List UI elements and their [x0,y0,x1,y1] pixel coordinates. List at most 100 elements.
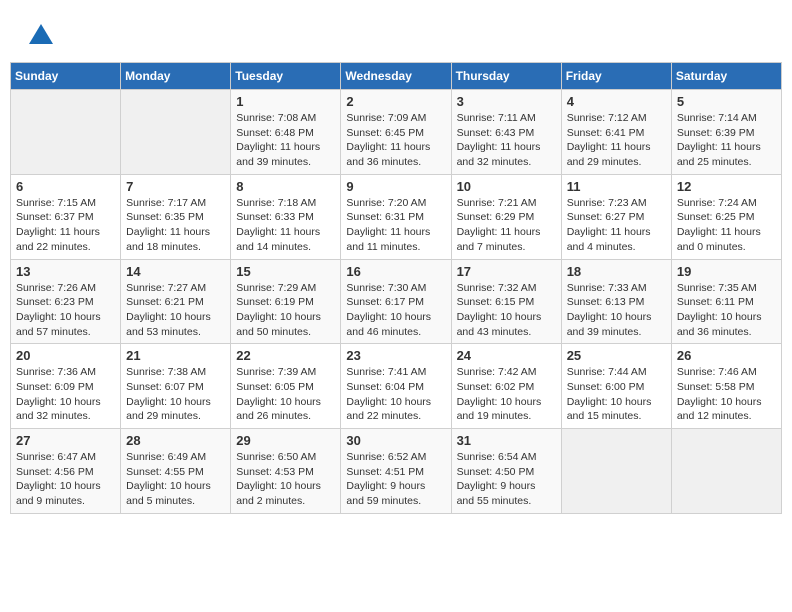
day-number: 9 [346,179,445,194]
calendar-cell: 26 Sunrise: 7:46 AMSunset: 5:58 PMDayligh… [671,344,781,429]
day-number: 18 [567,264,666,279]
day-info: Sunrise: 7:27 AMSunset: 6:21 PMDaylight:… [126,281,225,340]
calendar-cell: 16 Sunrise: 7:30 AMSunset: 6:17 PMDayligh… [341,259,451,344]
calendar-week-row: 1Sunrise: 7:08 AMSunset: 6:48 PMDaylight… [11,90,782,175]
day-info: Sunrise: 7:14 AMSunset: 6:39 PMDaylight:… [677,111,776,170]
day-number: 28 [126,433,225,448]
calendar-cell [671,429,781,514]
calendar-cell: 21Sunrise: 7:38 AMSunset: 6:07 PMDayligh… [121,344,231,429]
day-number: 25 [567,348,666,363]
day-number: 1 [236,94,335,109]
day-info: Sunrise: 7:18 AMSunset: 6:33 PMDaylight:… [236,196,335,255]
day-info: Sunrise: 7:46 AMSunset: 5:58 PMDaylight:… [677,365,776,424]
day-info: Sunrise: 7:12 AMSunset: 6:41 PMDaylight:… [567,111,666,170]
day-info: Sunrise: 7:21 AMSunset: 6:29 PMDaylight:… [457,196,556,255]
day-info: Sunrise: 6:49 AMSunset: 4:55 PMDaylight:… [126,450,225,509]
day-info: Sunrise: 7:39 AMSunset: 6:05 PMDaylight:… [236,365,335,424]
calendar-cell: 2 Sunrise: 7:09 AMSunset: 6:45 PMDaylight… [341,90,451,175]
day-number: 16 [346,264,445,279]
calendar-cell [11,90,121,175]
weekday-header-monday: Monday [121,63,231,90]
weekday-header-tuesday: Tuesday [231,63,341,90]
calendar-cell: 1Sunrise: 7:08 AMSunset: 6:48 PMDaylight… [231,90,341,175]
day-info: Sunrise: 7:20 AMSunset: 6:31 PMDaylight:… [346,196,445,255]
calendar-cell: 6Sunrise: 7:15 AMSunset: 6:37 PMDaylight… [11,174,121,259]
day-number: 22 [236,348,335,363]
day-info: Sunrise: 7:26 AMSunset: 6:23 PMDaylight:… [16,281,115,340]
day-info: Sunrise: 7:09 AMSunset: 6:45 PMDaylight:… [346,111,445,170]
calendar-cell: 7 Sunrise: 7:17 AMSunset: 6:35 PMDaylight… [121,174,231,259]
day-info: Sunrise: 7:17 AMSunset: 6:35 PMDaylight:… [126,196,225,255]
day-info: Sunrise: 7:42 AMSunset: 6:02 PMDaylight:… [457,365,556,424]
day-number: 5 [677,94,776,109]
day-number: 23 [346,348,445,363]
calendar-cell: 12 Sunrise: 7:24 AMSunset: 6:25 PMDayligh… [671,174,781,259]
weekday-header-sunday: Sunday [11,63,121,90]
day-number: 10 [457,179,556,194]
calendar-cell: 11 Sunrise: 7:23 AMSunset: 6:27 PMDayligh… [561,174,671,259]
day-info: Sunrise: 6:52 AMSunset: 4:51 PMDaylight:… [346,450,445,509]
day-number: 4 [567,94,666,109]
day-info: Sunrise: 7:23 AMSunset: 6:27 PMDaylight:… [567,196,666,255]
logo [25,20,62,52]
calendar-cell: 3Sunrise: 7:11 AMSunset: 6:43 PMDaylight… [451,90,561,175]
calendar-cell: 25 Sunrise: 7:44 AMSunset: 6:00 PMDayligh… [561,344,671,429]
day-info: Sunrise: 6:54 AMSunset: 4:50 PMDaylight:… [457,450,556,509]
day-info: Sunrise: 7:30 AMSunset: 6:17 PMDaylight:… [346,281,445,340]
calendar-cell: 23 Sunrise: 7:41 AMSunset: 6:04 PMDayligh… [341,344,451,429]
day-number: 11 [567,179,666,194]
calendar-cell: 15 Sunrise: 7:29 AMSunset: 6:19 PMDayligh… [231,259,341,344]
weekday-header-thursday: Thursday [451,63,561,90]
day-number: 8 [236,179,335,194]
calendar-cell: 27Sunrise: 6:47 AMSunset: 4:56 PMDayligh… [11,429,121,514]
day-number: 27 [16,433,115,448]
calendar-cell [121,90,231,175]
calendar-cell: 28 Sunrise: 6:49 AMSunset: 4:55 PMDayligh… [121,429,231,514]
day-info: Sunrise: 7:32 AMSunset: 6:15 PMDaylight:… [457,281,556,340]
calendar-cell: 14Sunrise: 7:27 AMSunset: 6:21 PMDayligh… [121,259,231,344]
page-header [10,10,782,57]
weekday-header-row: SundayMondayTuesdayWednesdayThursdayFrid… [11,63,782,90]
calendar-cell: 4 Sunrise: 7:12 AMSunset: 6:41 PMDaylight… [561,90,671,175]
calendar-week-row: 27Sunrise: 6:47 AMSunset: 4:56 PMDayligh… [11,429,782,514]
weekday-header-wednesday: Wednesday [341,63,451,90]
day-info: Sunrise: 7:41 AMSunset: 6:04 PMDaylight:… [346,365,445,424]
calendar-week-row: 6Sunrise: 7:15 AMSunset: 6:37 PMDaylight… [11,174,782,259]
calendar-cell: 5 Sunrise: 7:14 AMSunset: 6:39 PMDaylight… [671,90,781,175]
calendar-cell: 13Sunrise: 7:26 AMSunset: 6:23 PMDayligh… [11,259,121,344]
day-number: 30 [346,433,445,448]
day-number: 31 [457,433,556,448]
day-info: Sunrise: 7:29 AMSunset: 6:19 PMDaylight:… [236,281,335,340]
weekday-header-friday: Friday [561,63,671,90]
day-info: Sunrise: 7:15 AMSunset: 6:37 PMDaylight:… [16,196,115,255]
calendar-cell: 19Sunrise: 7:35 AMSunset: 6:11 PMDayligh… [671,259,781,344]
day-number: 20 [16,348,115,363]
day-number: 26 [677,348,776,363]
day-info: Sunrise: 7:38 AMSunset: 6:07 PMDaylight:… [126,365,225,424]
calendar-week-row: 20 Sunrise: 7:36 AMSunset: 6:09 PMDayligh… [11,344,782,429]
day-info: Sunrise: 7:44 AMSunset: 6:00 PMDaylight:… [567,365,666,424]
calendar-cell: 20 Sunrise: 7:36 AMSunset: 6:09 PMDayligh… [11,344,121,429]
calendar-cell: 8 Sunrise: 7:18 AMSunset: 6:33 PMDaylight… [231,174,341,259]
calendar-cell: 24 Sunrise: 7:42 AMSunset: 6:02 PMDayligh… [451,344,561,429]
day-info: Sunrise: 7:11 AMSunset: 6:43 PMDaylight:… [457,111,556,170]
calendar-cell: 30 Sunrise: 6:52 AMSunset: 4:51 PMDayligh… [341,429,451,514]
logo-icon [25,20,57,52]
day-number: 15 [236,264,335,279]
calendar-cell: 22 Sunrise: 7:39 AMSunset: 6:05 PMDayligh… [231,344,341,429]
day-info: Sunrise: 7:33 AMSunset: 6:13 PMDaylight:… [567,281,666,340]
calendar-cell: 17Sunrise: 7:32 AMSunset: 6:15 PMDayligh… [451,259,561,344]
day-number: 12 [677,179,776,194]
day-info: Sunrise: 7:35 AMSunset: 6:11 PMDaylight:… [677,281,776,340]
calendar-week-row: 13Sunrise: 7:26 AMSunset: 6:23 PMDayligh… [11,259,782,344]
calendar-cell [561,429,671,514]
calendar-cell: 31 Sunrise: 6:54 AMSunset: 4:50 PMDayligh… [451,429,561,514]
day-info: Sunrise: 7:24 AMSunset: 6:25 PMDaylight:… [677,196,776,255]
calendar-table: SundayMondayTuesdayWednesdayThursdayFrid… [10,62,782,514]
calendar-cell: 9 Sunrise: 7:20 AMSunset: 6:31 PMDaylight… [341,174,451,259]
day-info: Sunrise: 7:36 AMSunset: 6:09 PMDaylight:… [16,365,115,424]
day-number: 24 [457,348,556,363]
day-number: 2 [346,94,445,109]
day-number: 7 [126,179,225,194]
day-info: Sunrise: 6:50 AMSunset: 4:53 PMDaylight:… [236,450,335,509]
